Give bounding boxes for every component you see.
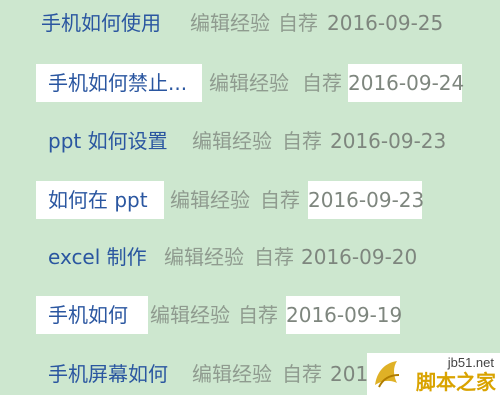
item-date: 2016-09-25 (327, 11, 444, 35)
watermark-text: 脚本之家 (416, 370, 496, 394)
list-item: ppt 如何设置 编辑经验 自荐 2016-09-23 (0, 122, 500, 160)
list-item: excel 制作 编辑经验 自荐 2016-09-20 (0, 238, 500, 276)
list-item: 手机如何使用 编辑经验 自荐 2016-09-25 (0, 4, 500, 42)
item-source-label: 自荐 (278, 11, 318, 35)
item-source-label: 自荐 (260, 188, 300, 212)
item-date: 2016-09-23 (308, 181, 424, 219)
item-date: 2016-09-19 (286, 296, 402, 334)
item-title-link[interactable]: 手机如何禁止... (36, 64, 202, 102)
item-title-link[interactable]: 手机屏幕如何 (36, 355, 188, 393)
item-title-link[interactable]: 手机如何 (36, 296, 148, 334)
item-editor-label: 编辑经验 (164, 245, 244, 269)
list-item: 如何在 ppt 编辑经验 自荐 2016-09-23 (0, 181, 500, 219)
item-title-link[interactable]: 手机如何使用 (29, 4, 181, 42)
item-editor-label: 编辑经验 (209, 71, 289, 95)
item-title-link[interactable]: 如何在 ppt (36, 181, 164, 219)
item-date: 2016-09-23 (330, 129, 447, 153)
item-editor-label: 编辑经验 (192, 362, 272, 386)
item-source-label: 自荐 (302, 71, 342, 95)
site-watermark: jb51.net 脚本之家 (367, 353, 500, 395)
site-logo-icon (375, 361, 400, 388)
item-source-label: 自荐 (238, 303, 278, 327)
item-editor-label: 编辑经验 (150, 303, 230, 327)
item-date: 2016-09-20 (301, 245, 418, 269)
item-editor-label: 编辑经验 (170, 188, 250, 212)
item-date: 2016-09-24 (348, 64, 464, 102)
item-source-label: 自荐 (282, 362, 322, 386)
item-title-link[interactable]: excel 制作 (36, 238, 160, 276)
list-item: 手机如何禁止... 编辑经验 自荐 2016-09-24 (0, 64, 500, 102)
item-title-link[interactable]: ppt 如何设置 (36, 122, 186, 160)
item-editor-label: 编辑经验 (190, 11, 270, 35)
item-source-label: 自荐 (254, 245, 294, 269)
item-source-label: 自荐 (282, 129, 322, 153)
item-editor-label: 编辑经验 (192, 129, 272, 153)
list-item: 手机如何 编辑经验 自荐 2016-09-19 (0, 296, 500, 334)
